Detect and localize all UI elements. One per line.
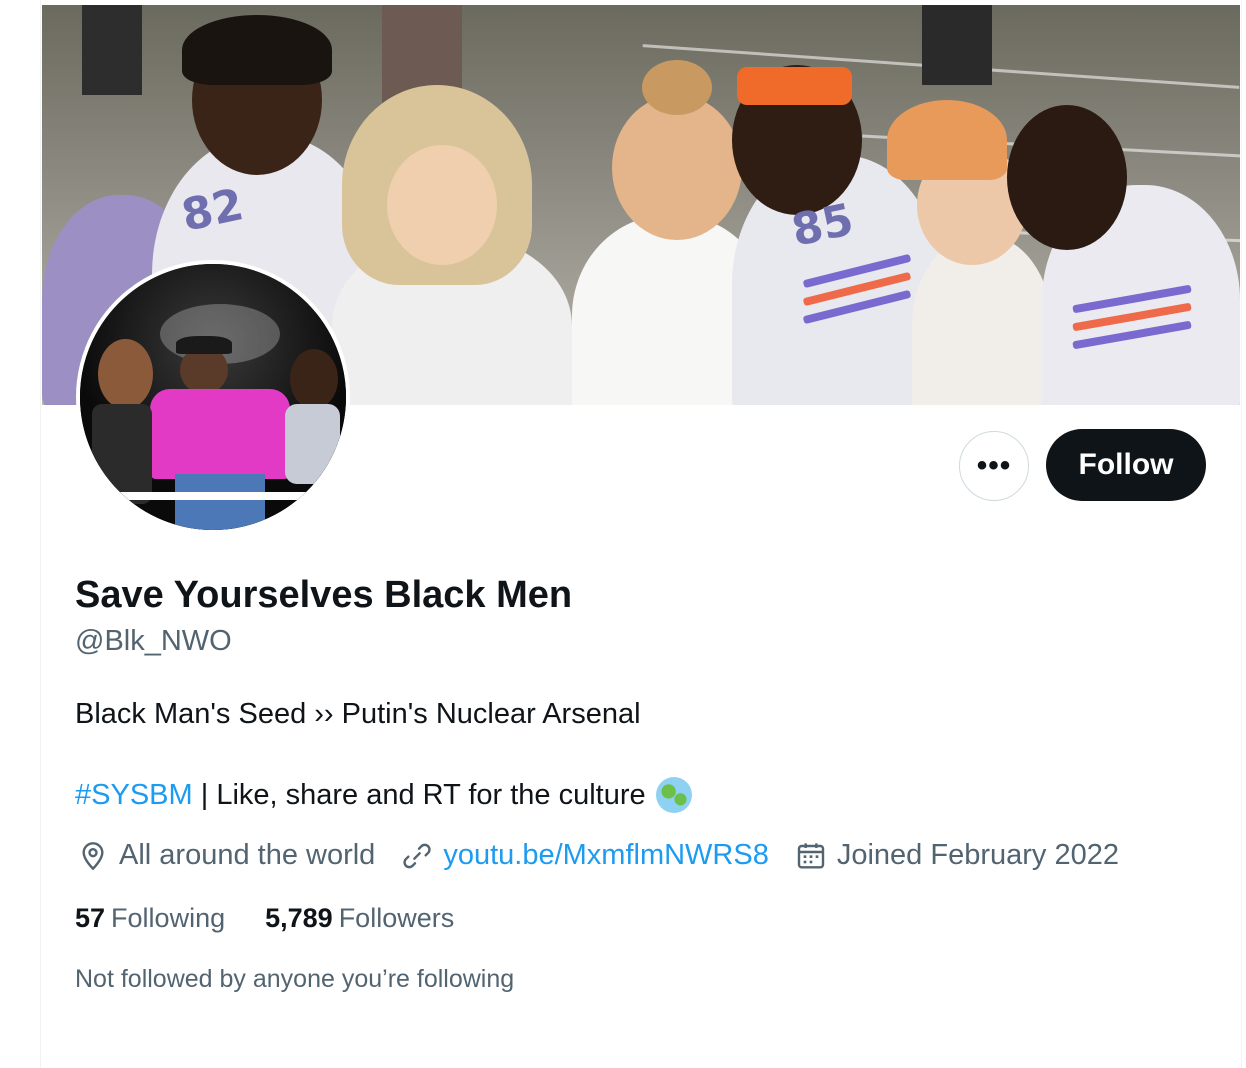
hashtag-link[interactable]: #SYSBM [75,779,193,812]
profile-bio-line2: #SYSBM | Like, share and RT for the cult… [75,777,692,813]
profile-handle: @Blk_NWO [75,625,232,657]
followers-count: 5,789 [265,903,333,933]
website-link[interactable]: youtu.be/MxmflmNWRS8 [443,839,769,872]
bio-text: | Like, share and RT for the culture [192,778,646,811]
profile-joined: Joined February 2022 [795,839,1119,872]
profile-stats: 57 Following 5,789 Followers [75,903,494,934]
profile-website: youtu.be/MxmflmNWRS8 [401,839,769,872]
location-pin-icon [82,841,104,870]
followers-link[interactable]: 5,789 Followers [265,903,454,934]
profile-bio-line1: Black Man's Seed ›› Putin's Nuclear Arse… [75,698,641,730]
calendar-icon [797,842,825,869]
profile-meta: All around the world youtu.be/MxmflmNWRS… [77,839,1145,872]
not-followed-notice: Not followed by anyone you’re following [75,965,515,993]
profile-avatar[interactable] [76,260,350,534]
location-text: All around the world [119,839,376,871]
more-options-icon: ••• [976,449,1012,482]
more-options-button[interactable]: ••• [959,431,1029,501]
followers-label: Followers [338,903,455,933]
link-icon [403,843,431,868]
globe-asia-icon [655,777,692,813]
profile-display-name: Save Yourselves Black Men [75,574,573,616]
following-label: Following [111,903,226,933]
following-count: 57 [75,903,106,933]
following-link[interactable]: 57 Following [75,903,225,934]
profile-location: All around the world [77,839,375,872]
joined-text: Joined February 2022 [836,839,1119,871]
follow-button[interactable]: Follow [1046,429,1206,501]
